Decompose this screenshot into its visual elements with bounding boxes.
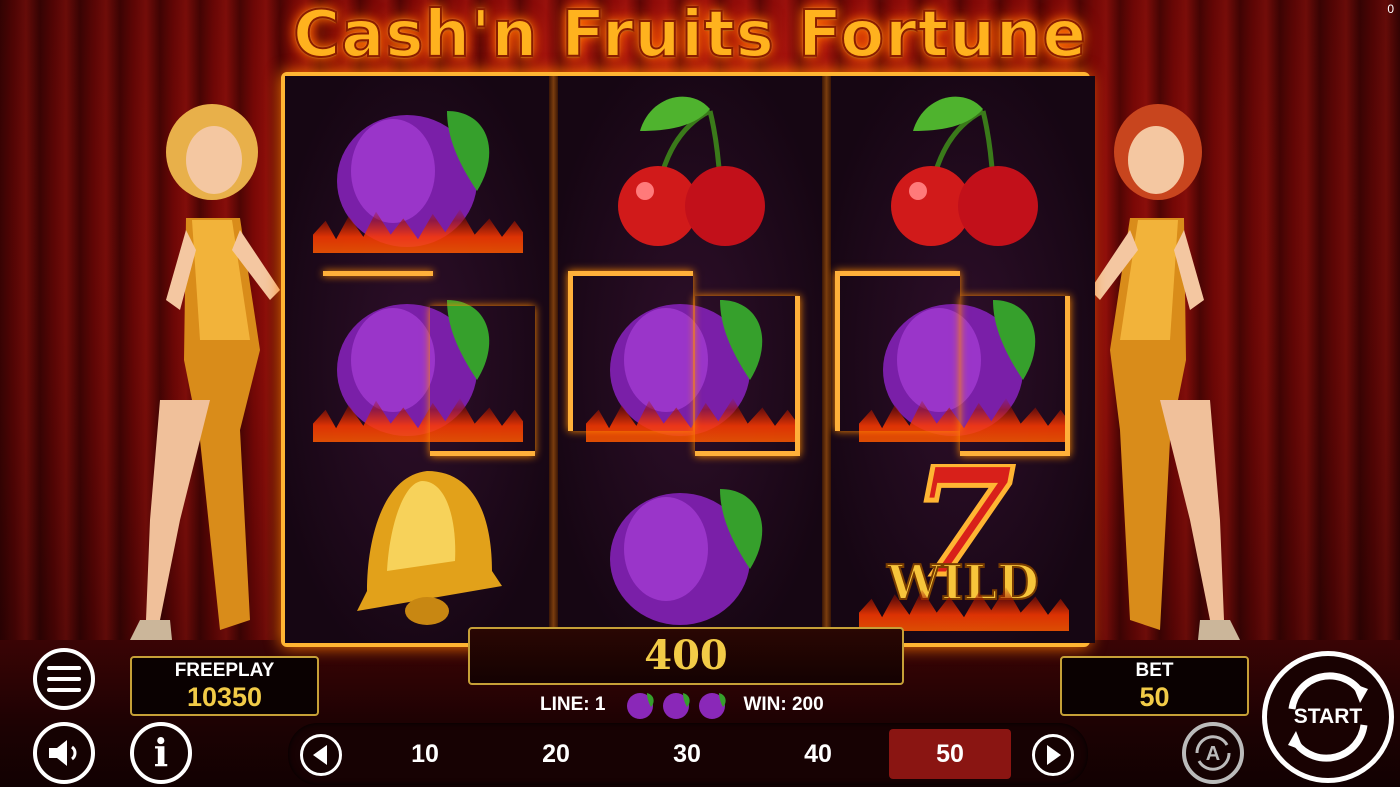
autoplay-button[interactable]: A xyxy=(1182,722,1244,784)
reel-2-cell-3 xyxy=(558,454,822,643)
reel-divider xyxy=(549,76,558,643)
win-line-marker xyxy=(568,271,693,431)
start-label: START xyxy=(1293,705,1363,728)
line-label: LINE: 1 xyxy=(540,694,606,715)
bet-value: 50 xyxy=(1139,682,1170,712)
menu-button[interactable] xyxy=(33,648,95,710)
game-title: Cash'n Fruits Fortune xyxy=(292,0,1087,73)
reel-frame: 7 WILD xyxy=(281,72,1095,647)
start-spin-button[interactable]: START xyxy=(1262,651,1394,783)
cherry-icon xyxy=(891,96,1038,246)
bet-prev-button[interactable] xyxy=(300,734,342,776)
bet-option-50[interactable]: 50 xyxy=(889,729,1011,779)
bet-option-40[interactable]: 40 xyxy=(757,729,879,779)
info-icon: i xyxy=(153,730,169,775)
bet-next-button[interactable] xyxy=(1032,734,1074,776)
reel-3-cell-1 xyxy=(831,76,1095,265)
reel-1-cell-3 xyxy=(285,454,549,643)
autoplay-icon: A xyxy=(1195,735,1231,771)
menu-icon xyxy=(47,666,81,692)
win-line-info: LINE: 1 WIN: 200 xyxy=(540,688,870,722)
plum-mini-icon xyxy=(663,693,691,719)
win-line-marker xyxy=(960,296,1070,456)
reel-1-cell-1 xyxy=(285,76,549,265)
arrow-right-icon xyxy=(1047,745,1061,765)
plum-icon xyxy=(610,488,763,625)
bet-display: BET 50 xyxy=(1060,656,1249,716)
info-button[interactable]: i xyxy=(130,722,192,784)
bell-icon xyxy=(357,471,502,625)
reel-divider xyxy=(822,76,831,643)
freeplay-value: 10350 xyxy=(186,682,263,712)
wild-label: WILD xyxy=(886,555,1039,611)
sound-button[interactable] xyxy=(33,722,95,784)
plum-mini-icon xyxy=(627,693,655,719)
left-showgirl-illustration xyxy=(130,104,280,640)
bet-option-10[interactable]: 10 xyxy=(364,729,486,779)
win-line-marker xyxy=(695,296,800,456)
bet-selector: 10 20 30 40 50 xyxy=(288,723,1088,785)
cherry-icon xyxy=(618,96,765,246)
freeplay-balance: FREEPLAY 10350 xyxy=(130,656,319,716)
plum-mini-icon xyxy=(699,693,727,719)
speaker-icon xyxy=(49,740,77,766)
bet-option-20[interactable]: 20 xyxy=(495,729,617,779)
bet-option-30[interactable]: 30 xyxy=(626,729,748,779)
win-line-marker xyxy=(835,271,960,431)
top-counter: 0 xyxy=(1387,2,1394,16)
line-win-label: WIN: 200 xyxy=(743,694,824,715)
arrow-left-icon xyxy=(313,745,327,765)
reel-2-cell-1 xyxy=(558,76,822,265)
win-line-marker xyxy=(323,271,433,276)
freeplay-label: FREEPLAY xyxy=(174,660,275,681)
autoplay-letter: A xyxy=(1206,743,1220,765)
bet-label: BET xyxy=(1135,660,1174,681)
reel-3-cell-3: 7 WILD xyxy=(831,454,1095,643)
win-amount-display: 400 xyxy=(468,627,904,685)
win-line-marker xyxy=(430,306,535,456)
